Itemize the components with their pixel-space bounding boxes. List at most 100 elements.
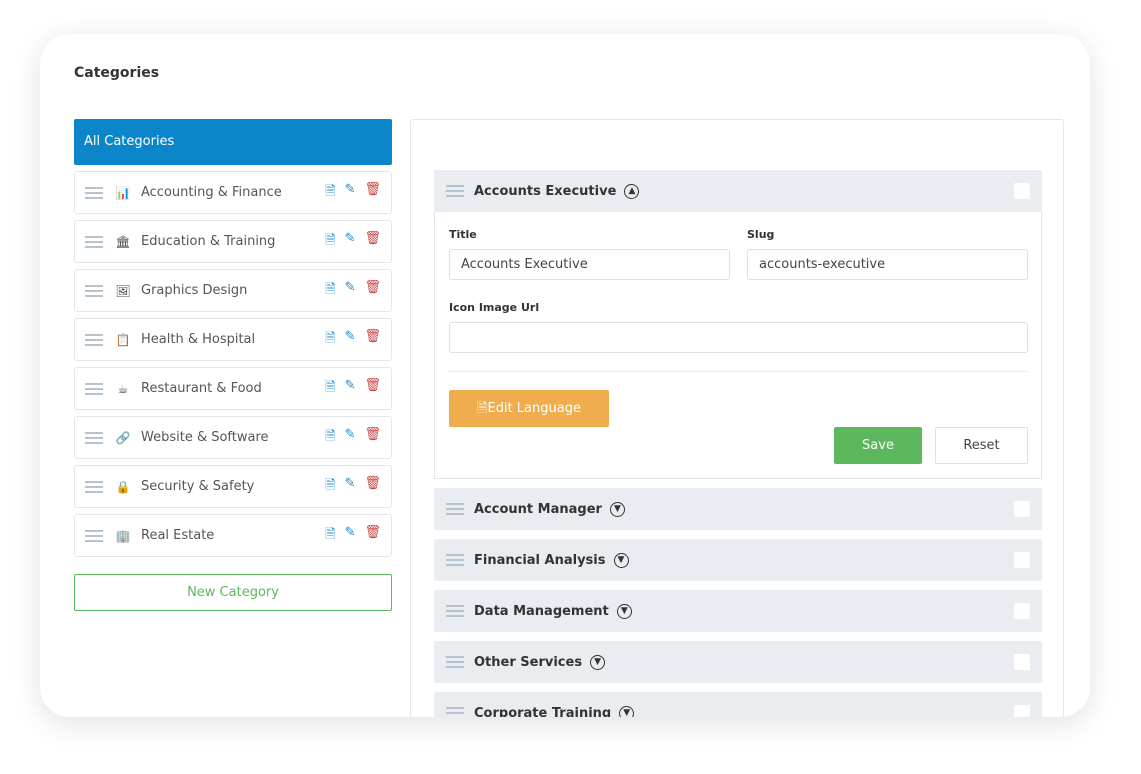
translate-icon[interactable]: 🗎 (325, 525, 335, 547)
subcategory-header[interactable]: Account Manager ▼ (434, 488, 1042, 530)
title-label: Title (449, 228, 477, 241)
edit-icon[interactable]: ✎ (345, 378, 356, 400)
image-icon: 🖼 (115, 283, 131, 298)
translate-icon[interactable]: 🗎 (325, 476, 335, 498)
chevron-down-icon[interactable]: ▼ (609, 501, 625, 517)
edit-icon[interactable]: ✎ (345, 231, 356, 253)
lock-icon: 🔒 (115, 479, 131, 494)
select-checkbox[interactable] (1014, 552, 1030, 568)
subcategory-title: Accounts Executive (474, 183, 617, 199)
subcategory-item: Other Services ▼ (434, 641, 1042, 683)
edit-icon[interactable]: ✎ (345, 427, 356, 449)
subcategory-title: Other Services (474, 654, 583, 670)
select-checkbox[interactable] (1014, 603, 1030, 619)
translate-icon[interactable]: 🗎 (325, 378, 335, 400)
translate-icon[interactable]: 🗎 (325, 427, 335, 449)
trash-icon[interactable]: 🗑 (364, 329, 381, 351)
category-label: Graphics Design (141, 283, 248, 298)
save-button[interactable]: Save (834, 427, 922, 464)
translate-icon[interactable]: 🗎 (325, 329, 335, 351)
trash-icon[interactable]: 🗑 (364, 427, 381, 449)
select-checkbox[interactable] (1014, 501, 1030, 517)
page-title: Categories (74, 65, 160, 81)
select-checkbox[interactable] (1014, 705, 1030, 717)
category-item[interactable]: 📊 Accounting & Finance 🗎 ✎ 🗑 (74, 171, 392, 214)
coffee-icon: ☕ (117, 381, 129, 396)
category-list: All Categories 📊 Accounting & Finance 🗎 ✎… (74, 119, 392, 611)
chevron-down-icon[interactable]: ▼ (613, 552, 629, 568)
edit-icon[interactable]: ✎ (345, 525, 356, 547)
all-categories-item[interactable]: All Categories (74, 119, 392, 165)
link-icon: 🔗 (115, 430, 131, 445)
chevron-up-icon[interactable]: ▲ (624, 183, 640, 199)
categories-card: Categories All Categories 📊 Accounting &… (40, 34, 1090, 717)
trash-icon[interactable]: 🗑 (364, 378, 381, 400)
category-item[interactable]: 🔒 Security & Safety 🗎 ✎ 🗑 (74, 465, 392, 508)
drag-handle-icon[interactable] (85, 431, 103, 444)
translate-icon: 🗎 (477, 401, 488, 416)
building-icon: 🏢 (115, 528, 131, 543)
category-label: Real Estate (141, 528, 215, 543)
trash-icon[interactable]: 🗑 (364, 182, 381, 204)
subcategory-title: Data Management (474, 603, 609, 619)
translate-icon[interactable]: 🗎 (325, 280, 335, 302)
category-label: Accounting & Finance (141, 185, 282, 200)
drag-handle-icon[interactable] (446, 554, 464, 566)
icon-url-input[interactable] (449, 322, 1028, 353)
category-label: Website & Software (141, 430, 269, 445)
edit-icon[interactable]: ✎ (345, 182, 356, 204)
subcategory-header[interactable]: Other Services ▼ (434, 641, 1042, 683)
new-category-button[interactable]: New Category (74, 574, 392, 611)
subcategory-header[interactable]: Corporate Training ▼ (434, 692, 1042, 717)
drag-handle-icon[interactable] (85, 186, 103, 199)
drag-handle-icon[interactable] (85, 284, 103, 297)
drag-handle-icon[interactable] (85, 382, 103, 395)
title-input[interactable]: Accounts Executive (449, 249, 730, 280)
category-label: Security & Safety (141, 479, 255, 494)
select-checkbox[interactable] (1014, 654, 1030, 670)
subcategory-header[interactable]: Data Management ▼ (434, 590, 1042, 632)
category-item[interactable]: 📋 Health & Hospital 🗎 ✎ 🗑 (74, 318, 392, 361)
translate-icon[interactable]: 🗎 (325, 182, 335, 204)
chart-bar-icon: 📊 (115, 185, 131, 200)
drag-handle-icon[interactable] (85, 333, 103, 346)
chevron-down-icon[interactable]: ▼ (616, 603, 632, 619)
category-item[interactable]: ☕ Restaurant & Food 🗎 ✎ 🗑 (74, 367, 392, 410)
trash-icon[interactable]: 🗑 (364, 476, 381, 498)
trash-icon[interactable]: 🗑 (364, 525, 381, 547)
category-item[interactable]: 🏢 Real Estate 🗎 ✎ 🗑 (74, 514, 392, 557)
edit-language-button[interactable]: 🗎Edit Language (449, 390, 609, 427)
reset-button[interactable]: Reset (935, 427, 1028, 464)
trash-icon[interactable]: 🗑 (364, 280, 381, 302)
drag-handle-icon[interactable] (85, 235, 103, 248)
icon-url-label: Icon Image Url (449, 301, 540, 314)
translate-icon[interactable]: 🗎 (325, 231, 335, 253)
subcategory-header[interactable]: Accounts Executive ▲ (434, 170, 1042, 212)
clipboard-icon: 📋 (115, 332, 131, 347)
chevron-down-icon[interactable]: ▼ (619, 705, 635, 717)
category-item[interactable]: 🖼 Graphics Design 🗎 ✎ 🗑 (74, 269, 392, 312)
divider (449, 371, 1027, 372)
category-label: Health & Hospital (141, 332, 256, 347)
drag-handle-icon[interactable] (446, 503, 464, 515)
drag-handle-icon[interactable] (446, 185, 464, 197)
slug-input[interactable]: accounts-executive (747, 249, 1028, 280)
subcategory-expanded: Accounts Executive ▲ Title Accounts Exec… (434, 170, 1042, 479)
drag-handle-icon[interactable] (446, 656, 464, 668)
chevron-down-icon[interactable]: ▼ (590, 654, 606, 670)
category-label: Education & Training (141, 234, 276, 249)
select-checkbox[interactable] (1014, 183, 1030, 199)
category-item[interactable]: 🏛 Education & Training 🗎 ✎ 🗑 (74, 220, 392, 263)
subcategory-item: Financial Analysis ▼ (434, 539, 1042, 581)
edit-icon[interactable]: ✎ (345, 329, 356, 351)
category-label: Restaurant & Food (141, 381, 262, 396)
drag-handle-icon[interactable] (446, 707, 464, 717)
drag-handle-icon[interactable] (85, 480, 103, 493)
edit-icon[interactable]: ✎ (345, 476, 356, 498)
edit-icon[interactable]: ✎ (345, 280, 356, 302)
subcategory-header[interactable]: Financial Analysis ▼ (434, 539, 1042, 581)
trash-icon[interactable]: 🗑 (364, 231, 381, 253)
drag-handle-icon[interactable] (85, 529, 103, 542)
category-item[interactable]: 🔗 Website & Software 🗎 ✎ 🗑 (74, 416, 392, 459)
drag-handle-icon[interactable] (446, 605, 464, 617)
